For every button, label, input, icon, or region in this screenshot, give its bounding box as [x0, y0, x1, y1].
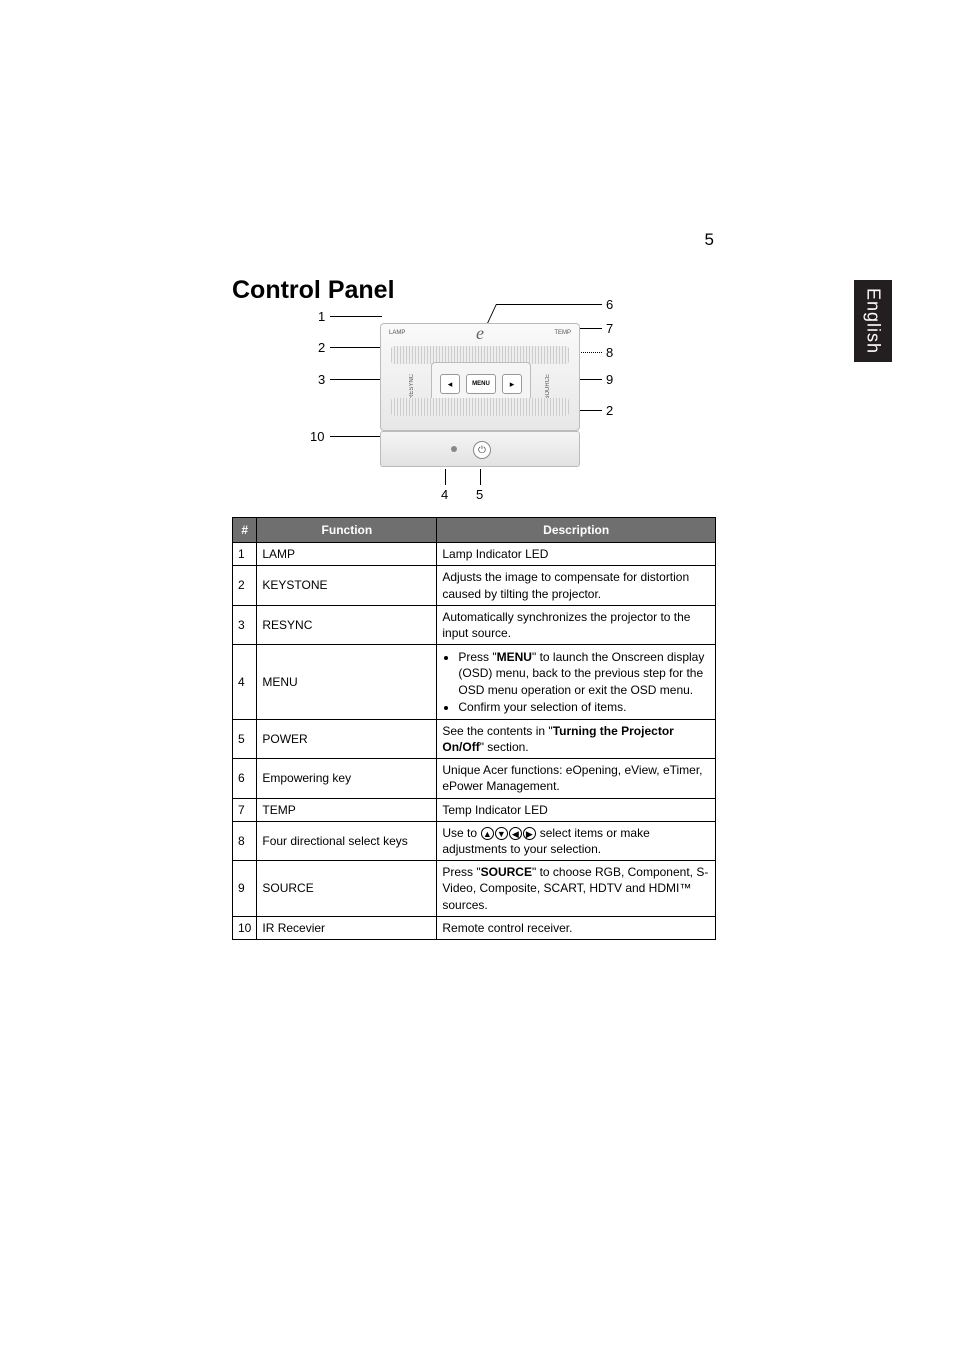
cell-func: Empowering key	[257, 759, 437, 798]
power-button-icon: ⏻	[473, 441, 491, 459]
callout-line	[330, 436, 382, 437]
cell-desc: Use to ▲▼◀▶ select items or make adjustm…	[437, 821, 716, 860]
callout-5: 5	[476, 487, 483, 502]
table-header-row: # Function Description	[233, 518, 716, 543]
callout-line	[496, 304, 602, 305]
table-row: 4 MENU Press "MENU" to launch the Onscre…	[233, 645, 716, 720]
cell-num: 7	[233, 798, 257, 821]
cell-desc: Press "MENU" to launch the Onscreen disp…	[437, 645, 716, 720]
callout-1: 1	[318, 309, 325, 324]
callout-9: 9	[606, 372, 613, 387]
cell-desc: Remote control receiver.	[437, 916, 716, 939]
control-panel-table: # Function Description 1 LAMP Lamp Indic…	[232, 517, 716, 940]
callout-8: 8	[606, 345, 613, 360]
arrow-right-icon: ▶	[523, 827, 536, 840]
callout-line	[487, 304, 497, 323]
source-label: SOURCE	[545, 374, 551, 400]
th-num: #	[233, 518, 257, 543]
cell-desc: Unique Acer functions: eOpening, eView, …	[437, 759, 716, 798]
callout-line	[445, 469, 446, 485]
cell-num: 9	[233, 861, 257, 917]
panel-bottom-plate: ⏻	[380, 431, 580, 467]
th-func: Function	[257, 518, 437, 543]
table-row: 3 RESYNC Automatically synchronizes the …	[233, 605, 716, 644]
cell-num: 6	[233, 759, 257, 798]
callout-4: 4	[441, 487, 448, 502]
cell-desc: Lamp Indicator LED	[437, 543, 716, 566]
table-row: 10 IR Recevier Remote control receiver.	[233, 916, 716, 939]
language-tab: English	[854, 280, 892, 362]
cell-num: 10	[233, 916, 257, 939]
th-desc: Description	[437, 518, 716, 543]
cell-num: 4	[233, 645, 257, 720]
callout-line	[330, 316, 382, 317]
callout-line	[480, 469, 481, 485]
cell-func: RESYNC	[257, 605, 437, 644]
cell-func: LAMP	[257, 543, 437, 566]
menu-desc-item-1: Press "MENU" to launch the Onscreen disp…	[458, 649, 710, 698]
callout-2b: 2	[606, 403, 613, 418]
brand-e-icon: e	[476, 323, 484, 344]
cell-func: KEYSTONE	[257, 566, 437, 605]
arrow-right-icon: ▸	[502, 374, 522, 394]
arrow-left-icon: ◂	[440, 374, 460, 394]
resync-label: RESYNC	[409, 374, 415, 399]
keystone-bottom-button	[391, 398, 569, 416]
arrow-up-icon: ▲	[481, 827, 494, 840]
cell-desc: Temp Indicator LED	[437, 798, 716, 821]
cell-func: IR Recevier	[257, 916, 437, 939]
cell-desc: Press "SOURCE" to choose RGB, Component,…	[437, 861, 716, 917]
cell-func: TEMP	[257, 798, 437, 821]
table-row: 6 Empowering key Unique Acer functions: …	[233, 759, 716, 798]
cell-func: Four directional select keys	[257, 821, 437, 860]
cell-desc: Adjusts the image to compensate for dist…	[437, 566, 716, 605]
control-panel-diagram: 1 2 3 10 6 7 8 9 2 4 5 e LAMP TEMP RESYN…	[328, 297, 648, 502]
temp-label: TEMP	[554, 330, 571, 336]
callout-3: 3	[318, 372, 325, 387]
lamp-label: LAMP	[389, 330, 405, 336]
cell-num: 3	[233, 605, 257, 644]
callout-10: 10	[310, 429, 324, 444]
cell-num: 2	[233, 566, 257, 605]
table-row: 7 TEMP Temp Indicator LED	[233, 798, 716, 821]
cell-desc: See the contents in "Turning the Project…	[437, 719, 716, 758]
callout-7: 7	[606, 321, 613, 336]
menu-desc-item-2: Confirm your selection of items.	[458, 699, 710, 715]
panel-top-plate: e LAMP TEMP RESYNC SOURCE ◂ MENU ▸	[380, 323, 580, 431]
page-number: 5	[705, 230, 714, 250]
cell-func: MENU	[257, 645, 437, 720]
table-row: 1 LAMP Lamp Indicator LED	[233, 543, 716, 566]
cell-num: 5	[233, 719, 257, 758]
arrow-left-icon: ◀	[509, 827, 522, 840]
cell-func: SOURCE	[257, 861, 437, 917]
callout-6: 6	[606, 297, 613, 312]
cell-num: 1	[233, 543, 257, 566]
ir-receiver-icon	[451, 446, 457, 452]
table-row: 9 SOURCE Press "SOURCE" to choose RGB, C…	[233, 861, 716, 917]
arrow-down-icon: ▼	[495, 827, 508, 840]
table-row: 5 POWER See the contents in "Turning the…	[233, 719, 716, 758]
cell-num: 8	[233, 821, 257, 860]
cell-desc: Automatically synchronizes the projector…	[437, 605, 716, 644]
table-row: 2 KEYSTONE Adjusts the image to compensa…	[233, 566, 716, 605]
table-row: 8 Four directional select keys Use to ▲▼…	[233, 821, 716, 860]
language-tab-label: English	[863, 288, 884, 354]
menu-button: MENU	[466, 374, 496, 394]
cell-func: POWER	[257, 719, 437, 758]
callout-2: 2	[318, 340, 325, 355]
